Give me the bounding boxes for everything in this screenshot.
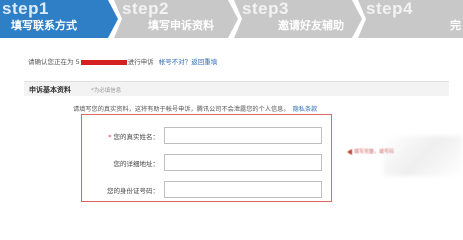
step-2-label: 填写申诉资料 xyxy=(148,19,214,32)
step-1-label: 填写联系方式 xyxy=(11,19,77,32)
id-number-label: 您的身份证号码： xyxy=(107,187,159,195)
intro-body: 请填写您的真实资料，这将有助于帐号申诉，腾讯公司不会泄露您的个人信息。 xyxy=(73,106,290,113)
required-mark: * xyxy=(108,133,112,141)
step-4-label: 完 xyxy=(450,19,461,32)
section-title: 申诉基本资料 xyxy=(29,86,71,94)
step-2-appeal-info: step2 填写申诉资料 xyxy=(114,0,238,38)
real-name-label: * 您的真实姓名： xyxy=(108,133,159,141)
address-input[interactable] xyxy=(164,154,322,171)
step-1-contact-info: step1 填写联系方式 xyxy=(0,0,118,38)
confirm-suffix: 进行申诉 xyxy=(127,58,154,66)
form-row-id-number: 您的身份证号码： xyxy=(82,179,331,199)
step-4-complete: step4 完 xyxy=(358,0,463,38)
address-label: 您的详细地址： xyxy=(113,160,160,168)
wrong-account-refill-link[interactable]: 帐号不对？返回重填 xyxy=(159,58,218,66)
real-name-input[interactable] xyxy=(164,127,322,144)
form-row-address: 您的详细地址： xyxy=(82,152,331,172)
id-number-input[interactable] xyxy=(164,181,322,198)
step-3-label: 邀请好友辅助 xyxy=(278,19,344,32)
step-3-invite-friends: step3 邀请好友辅助 xyxy=(234,0,362,38)
redacted-account-number xyxy=(80,59,127,65)
step-4-number: step4 xyxy=(366,0,413,18)
confirm-prefix: 请确认您正在为 5 xyxy=(28,58,80,66)
personal-info-form: * 您的真实姓名： 您的详细地址： 您的身份证号码： xyxy=(81,114,332,202)
watermark xyxy=(384,136,462,176)
section-header: 申诉基本资料 *为必填信息 xyxy=(24,81,449,96)
form-row-name: * 您的真实姓名： xyxy=(82,125,331,145)
intro-text: 请填写您的真实资料，这将有助于帐号申诉，腾讯公司不会泄露您的个人信息。 隐私条款 xyxy=(73,104,317,113)
hint-arrow-icon xyxy=(346,148,352,155)
progress-steps: step1 填写联系方式 step2 填写申诉资料 step3 邀请好友辅助 s… xyxy=(0,0,463,38)
required-note: *为必填信息 xyxy=(91,88,122,94)
privacy-link[interactable]: 隐私条款 xyxy=(293,106,318,113)
account-confirm-text: 请确认您正在为 5 进行申诉 帐号不对？返回重填 xyxy=(28,56,217,66)
